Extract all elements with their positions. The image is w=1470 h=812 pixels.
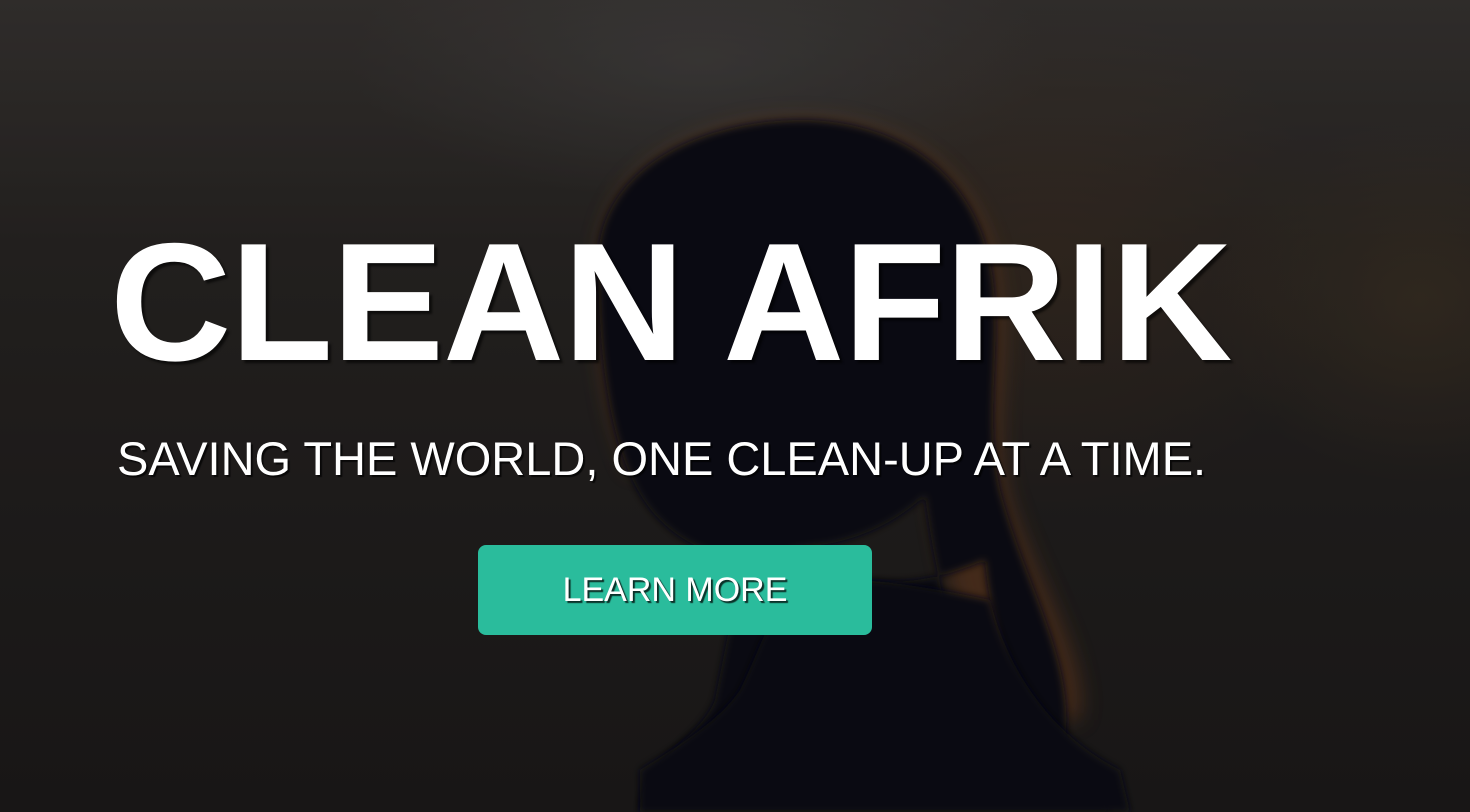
hero-title: CLEAN AFRIK <box>110 208 1232 396</box>
hero-tagline: SAVING THE WORLD, ONE CLEAN-UP AT A TIME… <box>117 432 1207 485</box>
hero-section: CLEAN AFRIK SAVING THE WORLD, ONE CLEAN-… <box>0 0 1470 812</box>
hero-content: CLEAN AFRIK SAVING THE WORLD, ONE CLEAN-… <box>0 0 1470 812</box>
learn-more-button-label: LEARN MORE <box>562 570 788 609</box>
learn-more-button[interactable]: LEARN MORE <box>478 545 872 635</box>
